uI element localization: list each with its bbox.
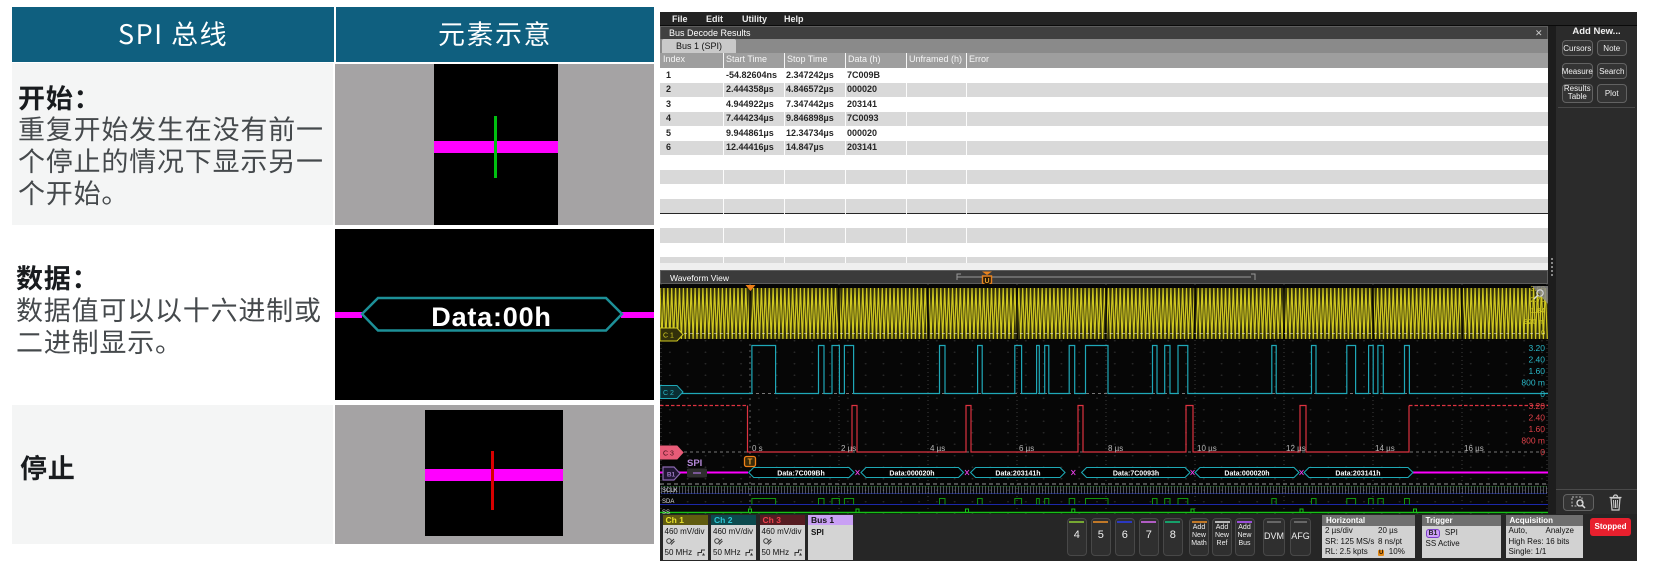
svg-text:12 µs: 12 µs xyxy=(1286,444,1306,453)
svg-text:Data:000020h: Data:000020h xyxy=(1224,471,1269,478)
svg-text:800 m: 800 m xyxy=(1521,378,1545,388)
svg-text:3.20: 3.20 xyxy=(1528,343,1545,353)
svg-text:1.60: 1.60 xyxy=(1528,366,1545,376)
svg-text:3.20: 3.20 xyxy=(1528,401,1545,411)
svg-text:8 µs: 8 µs xyxy=(1108,444,1123,453)
svg-text:Data:7C009Bh: Data:7C009Bh xyxy=(777,471,824,478)
svg-text:14 µs: 14 µs xyxy=(1375,444,1395,453)
svg-text:0 s: 0 s xyxy=(752,444,763,453)
svg-text:2 µs: 2 µs xyxy=(841,444,856,453)
svg-text:4 µs: 4 µs xyxy=(930,444,945,453)
svg-text:0: 0 xyxy=(1541,328,1545,337)
svg-text:SDA: SDA xyxy=(662,499,674,505)
svg-text:Data:7C0093h: Data:7C0093h xyxy=(1113,471,1159,478)
svg-text:0: 0 xyxy=(1540,389,1545,399)
svg-text:C 1: C 1 xyxy=(663,333,674,340)
svg-text:1.84: 1.84 xyxy=(1530,306,1545,315)
svg-text:1.60: 1.60 xyxy=(1528,424,1545,434)
svg-text:SPI: SPI xyxy=(687,458,702,469)
svg-text:C 2: C 2 xyxy=(663,390,674,397)
svg-text:2.40: 2.40 xyxy=(1528,413,1545,423)
svg-text:0: 0 xyxy=(1540,447,1545,457)
svg-text:Data:203141h: Data:203141h xyxy=(995,471,1040,478)
svg-text:10 µs: 10 µs xyxy=(1197,444,1217,453)
svg-text:800 m: 800 m xyxy=(1521,436,1545,446)
svg-text:16 µs: 16 µs xyxy=(1464,444,1484,453)
svg-text:6 µs: 6 µs xyxy=(1019,444,1034,453)
svg-text:920 m: 920 m xyxy=(1524,317,1545,326)
svg-text:2.40: 2.40 xyxy=(1528,355,1545,365)
svg-text:Data:203141h: Data:203141h xyxy=(1335,471,1380,478)
svg-text:B1: B1 xyxy=(667,472,676,479)
svg-text:T: T xyxy=(748,458,753,467)
svg-text:Data:000020h: Data:000020h xyxy=(889,471,934,478)
svg-text:C 3: C 3 xyxy=(663,451,674,458)
